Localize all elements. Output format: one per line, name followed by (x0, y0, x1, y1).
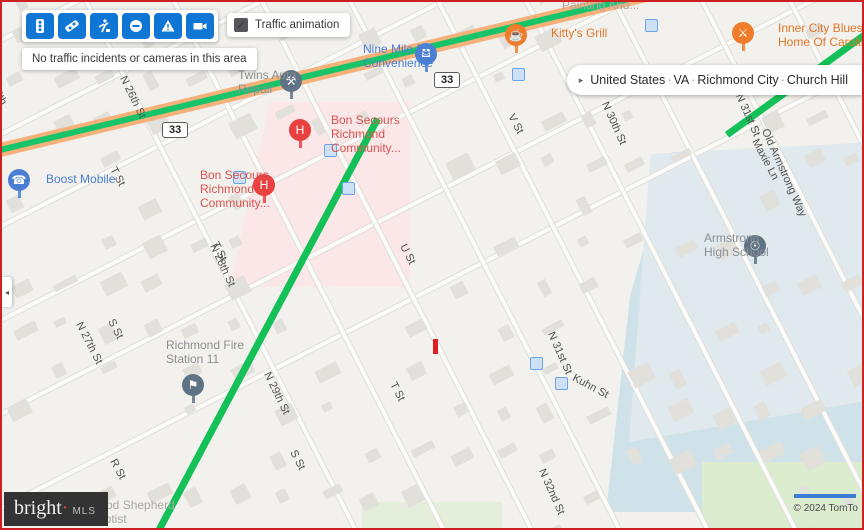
poi-label: Richmond Fire Station 11 (166, 338, 245, 366)
poi-label: Twins Auto Repair (238, 68, 297, 96)
panel-collapse-handle[interactable]: ◂ (2, 277, 12, 307)
transit-chip-icon[interactable] (555, 377, 568, 390)
poi-richmond-fire-station-11[interactable]: ⚑ Richmond Fire Station 11 (166, 338, 282, 403)
breadcrumb-expand-icon[interactable]: ▸ (579, 75, 584, 86)
poi-marker-icon: ⚑ (182, 374, 204, 403)
breadcrumb-items[interactable]: United States · VA · Richmond City · Church Hi… (590, 73, 848, 87)
breadcrumb-item-richmond-city[interactable]: Richmond City (697, 73, 778, 87)
breadcrumb-item-church-hill[interactable]: Church Hill (787, 73, 848, 87)
route-shield: 33 (434, 72, 461, 88)
map-scale-bar (794, 494, 856, 498)
poi-painting-and[interactable]: Painting And... (562, 2, 639, 12)
poi-marker-icon: ☎ (8, 169, 30, 198)
poi-marker-icon: ⚔ (732, 22, 754, 51)
traffic-camera-icon[interactable] (186, 13, 214, 39)
traffic-signal-icon[interactable] (26, 13, 54, 39)
route-shield: 33 (162, 122, 189, 138)
breadcrumb-separator: · (780, 73, 785, 87)
logo-text-dot: · (61, 497, 69, 519)
poi-inner-city-blues[interactable]: ⚔ Inner City Blues Home Of Carolina... (732, 21, 862, 51)
poi-twins-auto-repair[interactable]: ⚒ Twins Auto Repair (238, 68, 360, 99)
roadwork-icon[interactable] (90, 13, 118, 39)
poi-boost-mobile[interactable]: ☎ Boost Mobile (8, 169, 115, 198)
transit-chip-icon[interactable] (645, 19, 658, 32)
breadcrumb-item-va[interactable]: VA (673, 73, 689, 87)
poi-label: Painting And... (562, 2, 640, 12)
poi-kittys-grill[interactable]: ☕ Kitty's Grill (505, 24, 607, 53)
logo-text-mls: MLS (72, 506, 97, 517)
traffic-animation-checkbox[interactable]: ✓ (234, 18, 248, 32)
poi-label: Kitty's Grill (551, 26, 608, 40)
poi-label: Inner City Blues Home Of Carolina... (778, 21, 862, 49)
map-application: N 26th St N 27th St N 28th St N 29th St N 30… (0, 0, 864, 530)
incident-warning-icon[interactable] (154, 13, 182, 39)
poi-label: Boost Mobile (46, 172, 116, 186)
poi-label: Bon Secours Richmond Community... (331, 113, 401, 155)
traffic-animation-label: Traffic animation (255, 19, 340, 31)
traffic-layer-toolbar[interactable] (22, 10, 218, 42)
breadcrumb[interactable]: ▸ United States · VA · Richmond City · Church … (566, 65, 862, 95)
poi-marker-icon: H (289, 119, 311, 148)
transit-chip-icon[interactable] (512, 68, 525, 81)
logo-text-bright: bright (14, 497, 62, 519)
poi-label: Armstrong High School (704, 231, 769, 259)
poi-label: Bon Secours Richmond Community... (200, 168, 270, 210)
transit-chip-icon[interactable] (530, 357, 543, 370)
chevron-left-icon: ◂ (4, 287, 9, 297)
road-closure-icon[interactable] (122, 13, 150, 39)
road-sign-icon[interactable] (58, 13, 86, 39)
map-attribution: © 2024 TomTo (793, 503, 858, 514)
breadcrumb-item-united-states[interactable]: United States (590, 73, 665, 87)
poi-label: Nine Mile Rd Convenience (363, 42, 434, 70)
poi-bon-secours-1[interactable]: H Bon Secours Richmond Community... (289, 113, 401, 161)
highlighted-listing-marker[interactable] (433, 339, 438, 354)
poi-nine-mile-rd-convenience[interactable]: ⛾ Nine Mile Rd Convenience (363, 42, 507, 72)
poi-armstrong-high-school[interactable]: ☉ Armstrong High School (704, 231, 831, 264)
poi-bon-secours-2[interactable]: H Bon Secours Richmond Community... (200, 168, 345, 216)
traffic-animation-toggle[interactable]: ✓ Traffic animation (227, 13, 351, 37)
poi-marker-icon: ☕ (505, 24, 527, 53)
no-incidents-notice: No traffic incidents or cameras in this … (22, 48, 257, 70)
no-incidents-text: No traffic incidents or cameras in this … (32, 53, 247, 65)
brightmls-logo: bright · MLS (4, 492, 109, 526)
